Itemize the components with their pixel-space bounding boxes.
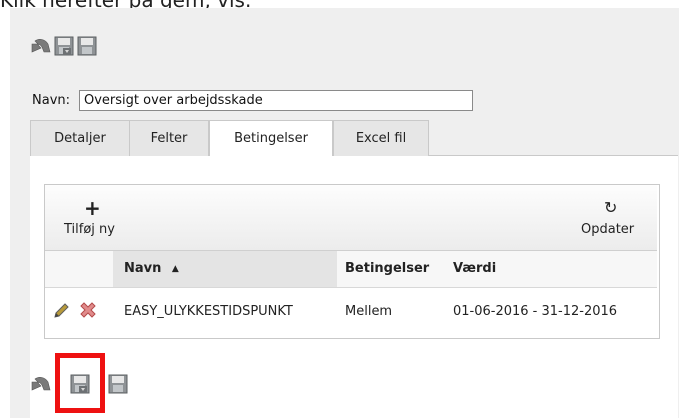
row-condition: Mellem bbox=[345, 304, 393, 319]
highlight-box bbox=[55, 353, 105, 413]
tab-excel-fil[interactable]: Excel fil bbox=[333, 120, 429, 156]
tab-detaljer[interactable]: Detaljer bbox=[30, 120, 130, 156]
column-header-betingelser[interactable]: Betingelser bbox=[345, 251, 429, 287]
tab-felter[interactable]: Felter bbox=[129, 120, 209, 156]
add-new-label: Tilføj ny bbox=[64, 222, 115, 237]
refresh-icon: ↻ bbox=[604, 198, 618, 217]
refresh-label: Opdater bbox=[581, 222, 635, 237]
column-header-navn-label: Navn bbox=[124, 261, 162, 276]
save-icon[interactable] bbox=[77, 36, 97, 56]
tab-betingelser[interactable]: Betingelser bbox=[209, 120, 333, 157]
delete-icon[interactable] bbox=[78, 300, 98, 320]
plus-icon: + bbox=[84, 196, 101, 220]
column-header-vaerdi[interactable]: Værdi bbox=[453, 251, 496, 287]
column-header-navn[interactable]: Navn ▲ bbox=[124, 251, 324, 287]
save-icon[interactable] bbox=[108, 374, 128, 394]
undo-icon[interactable] bbox=[30, 374, 51, 394]
sort-asc-icon: ▲ bbox=[171, 264, 179, 274]
add-new-button[interactable]: + Tilføj ny bbox=[60, 196, 130, 242]
grid-toolbar bbox=[45, 185, 657, 251]
row-value: 01-06-2016 - 31-12-2016 bbox=[453, 304, 618, 319]
refresh-button[interactable]: ↻ Opdater bbox=[578, 198, 648, 242]
edit-pencil-icon[interactable] bbox=[52, 302, 72, 322]
undo-icon[interactable] bbox=[30, 36, 51, 56]
save-view-icon[interactable] bbox=[54, 36, 74, 56]
name-input[interactable]: Oversigt over arbejdsskade bbox=[79, 90, 473, 111]
name-label: Navn: bbox=[32, 93, 71, 108]
row-name: EASY_ULYKKESTIDSPUNKT bbox=[124, 304, 293, 319]
top-toolbar bbox=[30, 36, 130, 60]
